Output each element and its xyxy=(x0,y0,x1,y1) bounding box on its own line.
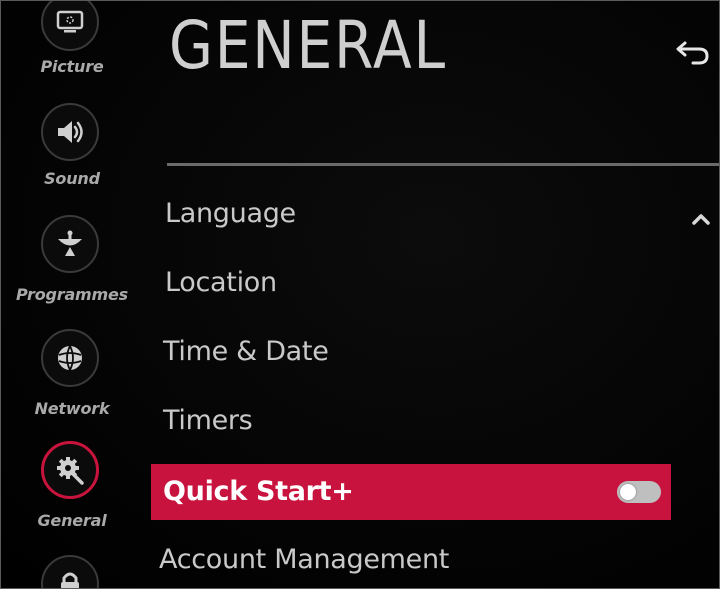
picture-icon xyxy=(41,1,99,51)
menu-item-language[interactable]: Language xyxy=(151,185,671,243)
lock-icon xyxy=(41,555,99,588)
menu-item-label: Location xyxy=(165,267,277,298)
back-arrow-icon xyxy=(676,41,709,65)
menu-item-label: Timers xyxy=(163,405,253,436)
sidebar-item-general[interactable]: General xyxy=(1,441,143,533)
scroll-up-button[interactable] xyxy=(689,209,713,229)
sidebar-item-label: General xyxy=(37,511,107,530)
menu-item-label: Account Management xyxy=(159,544,450,575)
sidebar-item-network[interactable]: Network xyxy=(1,329,143,421)
speaker-icon xyxy=(41,103,99,161)
sidebar-item-label: Programmes xyxy=(16,285,128,304)
menu-item-time-date[interactable]: Time & Date xyxy=(151,323,671,381)
sidebar-item-sound[interactable]: Sound xyxy=(1,103,143,193)
sidebar-item-label: Sound xyxy=(44,169,100,188)
tv-settings-screen: Picture Sound Programmes Network General… xyxy=(0,0,720,589)
menu-item-quick-start[interactable]: Quick Start+ xyxy=(151,464,671,520)
settings-sidebar: Picture Sound Programmes Network General xyxy=(1,1,143,588)
back-button[interactable] xyxy=(673,33,713,73)
quick-start-toggle[interactable] xyxy=(617,481,661,503)
satellite-dish-icon xyxy=(41,215,99,273)
sidebar-item-picture[interactable]: Picture xyxy=(1,1,143,83)
sidebar-item-programmes[interactable]: Programmes xyxy=(1,215,143,307)
sidebar-item-lock[interactable] xyxy=(1,555,143,588)
chevron-up-icon xyxy=(692,214,710,225)
globe-icon xyxy=(41,329,99,387)
sidebar-item-label: Network xyxy=(34,399,110,418)
sidebar-item-label: Picture xyxy=(40,57,104,76)
toggle-knob xyxy=(620,484,636,500)
menu-item-account-management[interactable]: Account Management xyxy=(151,531,671,588)
header-divider xyxy=(167,163,719,166)
menu-item-label: Language xyxy=(165,198,296,229)
page-title: GENERAL xyxy=(169,7,447,84)
menu-item-label: Time & Date xyxy=(163,336,329,367)
menu-item-timers[interactable]: Timers xyxy=(151,392,671,450)
menu-item-location[interactable]: Location xyxy=(151,254,671,312)
gear-wrench-icon xyxy=(41,441,99,499)
menu-item-label: Quick Start+ xyxy=(163,476,354,507)
